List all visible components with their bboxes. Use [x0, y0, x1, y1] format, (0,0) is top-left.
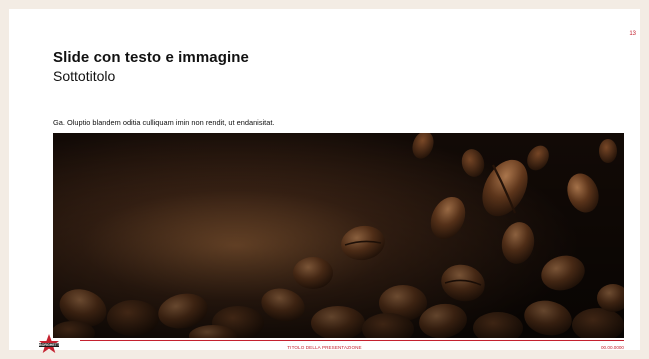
logo-wordmark: BORGHETTI — [39, 343, 61, 347]
coffee-beans-photo — [53, 133, 624, 338]
coffee-beans-image — [53, 133, 624, 338]
slide-title: Slide con testo e immagine — [53, 49, 249, 66]
borghetti-logo: BORGHETTI — [39, 334, 61, 354]
slide-body-text: Ga. Oluptio blandem oditia culliquam imi… — [53, 118, 275, 127]
slide: 13 Slide con testo e immagine Sottotitol… — [9, 9, 640, 353]
footer-divider — [80, 340, 624, 341]
footer-presentation-title: TITOLO DELLA PRESENTAZIONE — [287, 345, 362, 350]
page-number: 13 — [629, 31, 636, 37]
slide-subtitle: Sottotitolo — [53, 68, 116, 84]
footer-date: 00.00.0000 — [601, 345, 624, 350]
